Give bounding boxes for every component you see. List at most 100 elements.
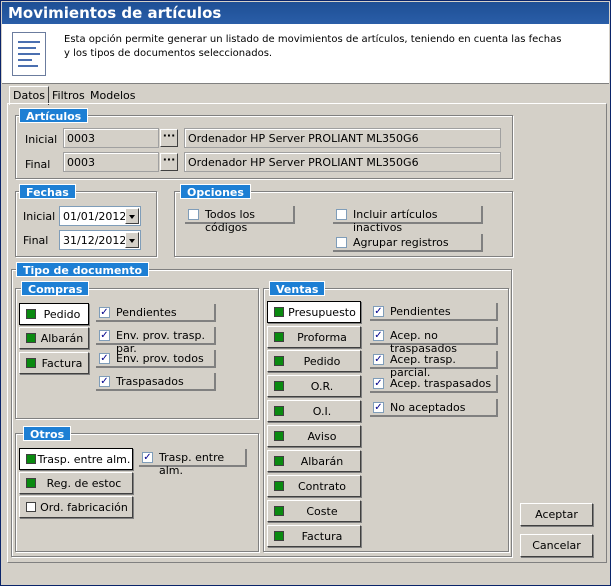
browse-inicial-button[interactable]: ··· [160,129,178,147]
ventas-oi-button[interactable]: O.I. [267,400,361,422]
button-label: Pedido [43,308,81,321]
check-icon: ✓ [99,307,110,318]
otros-ord-fabricacion-button[interactable]: Ord. fabricación [19,496,133,518]
ventas-presupuesto-button[interactable]: Presupuesto [267,301,361,323]
checkbox-icon [336,209,347,220]
status-led-icon [274,531,284,541]
status-led-icon [274,381,284,391]
compras-env-trasp-par-checkbox[interactable]: ✓ Env. prov. trasp. par. [96,327,216,355]
ventas-coste-button[interactable]: Coste [267,500,361,522]
ventas-no-aceptados-checkbox[interactable]: ✓ No aceptados [370,399,498,417]
check-icon: ✓ [373,354,384,365]
ventas-pedido-button[interactable]: Pedido [267,350,361,372]
check-icon: ✓ [373,330,384,341]
compras-pendientes-checkbox[interactable]: ✓ Pendientes [96,304,216,322]
status-led-icon [26,309,36,319]
check-icon: ✓ [142,452,153,463]
otros-trasp-alm-checkbox[interactable]: ✓ Trasp. entre alm. [139,449,247,477]
chevron-down-icon[interactable] [125,232,139,248]
final-label: Final [25,158,51,171]
status-led-icon [26,478,36,488]
button-label: Factura [301,530,343,543]
ventas-or-button[interactable]: O.R. [267,375,361,397]
otros-reg-estoc-button[interactable]: Reg. de estoc [19,472,133,494]
agrupar-registros-label: Agrupar registros [353,236,449,249]
info-text: Esta opción permite generar un listado d… [64,34,562,59]
legend-tipo-documento: Tipo de documento [16,262,150,277]
button-label: Albarán [300,455,344,468]
checkbox-label: Pendientes [116,306,177,319]
chevron-down-icon[interactable] [125,208,139,224]
cancelar-button[interactable]: Cancelar [520,534,593,557]
ventas-aviso-button[interactable]: Aviso [267,425,361,447]
status-led-icon [274,406,284,416]
check-icon: ✓ [99,376,110,387]
check-icon: ✓ [373,378,384,389]
status-led-icon [274,332,284,342]
legend-fechas: Fechas [19,184,76,199]
button-label: Ord. fabricación [40,501,128,514]
checkbox-label: Pendientes [390,305,451,318]
status-led-icon [274,356,284,366]
ventas-acep-no-traspasados-checkbox[interactable]: ✓ Acep. no traspasados [370,327,498,355]
compras-env-todos-checkbox[interactable]: ✓ Env. prov. todos [96,350,216,368]
button-label: Reg. de estoc [46,477,122,490]
dialog-window: Movimientos de artículos Esta opción per… [0,0,611,586]
ventas-acep-trasp-parcial-checkbox[interactable]: ✓ Acep. trasp. parcial. [370,351,498,379]
button-label: O.R. [310,380,334,393]
status-led-icon [274,431,284,441]
check-icon: ✓ [99,330,110,341]
aceptar-button[interactable]: Aceptar [520,503,593,526]
articulo-inicial-desc: Ordenador HP Server PROLIANT ML350G6 [184,128,501,148]
button-label: Trasp. entre alm. [37,453,131,466]
legend-otros: Otros [23,426,72,441]
button-label: Aviso [307,430,337,443]
checkbox-label: Env. prov. todos [116,352,204,365]
legend-compras: Compras [21,281,90,296]
status-led-icon [26,358,36,368]
ventas-pendientes-checkbox[interactable]: ✓ Pendientes [370,303,498,321]
status-led-icon [26,333,36,343]
checkbox-icon [188,209,199,220]
fecha-final-label: Final [23,234,49,247]
check-icon: ✓ [373,402,384,413]
check-icon: ✓ [373,306,384,317]
check-icon: ✓ [99,353,110,364]
articulo-inicial-code[interactable]: 0003 [63,128,159,148]
articulo-final-code[interactable]: 0003 [63,152,159,172]
legend-ventas: Ventas [269,281,326,296]
button-label: Contrato [297,480,346,493]
otros-trasp-alm-button[interactable]: Trasp. entre alm. [19,448,133,470]
ventas-factura-button[interactable]: Factura [267,525,361,547]
button-label: Factura [41,357,83,370]
ventas-proforma-button[interactable]: Proforma [267,326,361,348]
browse-final-button[interactable]: ··· [160,153,178,171]
checkbox-label: No aceptados [390,401,466,414]
tab-modelos[interactable]: Modelos [87,87,142,104]
button-label: Proforma [297,331,347,344]
button-label: Coste [306,505,338,518]
button-label: O.I. [312,405,332,418]
incluir-inactivos-checkbox[interactable]: Incluir artículos inactivos [333,206,483,234]
tab-filtros[interactable]: Filtros [49,87,89,104]
status-led-icon [26,502,36,512]
title-bar: Movimientos de artículos [2,2,609,24]
checkbox-icon [336,237,347,248]
legend-articulos: Artículos [19,108,89,123]
status-led-icon [274,506,284,516]
compras-traspasados-checkbox[interactable]: ✓ Traspasados [96,373,216,391]
ventas-contrato-button[interactable]: Contrato [267,475,361,497]
checkbox-label: Acep. traspasados [390,377,492,390]
todos-codigos-checkbox[interactable]: Todos los códigos [185,206,295,234]
status-led-icon [274,481,284,491]
checkbox-label: Traspasados [116,375,184,388]
document-list-icon [12,32,46,76]
compras-pedido-button[interactable]: Pedido [19,303,89,325]
compras-albaran-button[interactable]: Albarán [19,327,89,349]
info-bar: Esta opción permite generar un listado d… [2,24,609,84]
ventas-albaran-button[interactable]: Albarán [267,450,361,472]
compras-factura-button[interactable]: Factura [19,352,89,374]
ventas-acep-traspasados-checkbox[interactable]: ✓ Acep. traspasados [370,375,498,393]
fecha-inicial-label: Inicial [23,210,56,223]
agrupar-registros-checkbox[interactable]: Agrupar registros [333,234,483,252]
